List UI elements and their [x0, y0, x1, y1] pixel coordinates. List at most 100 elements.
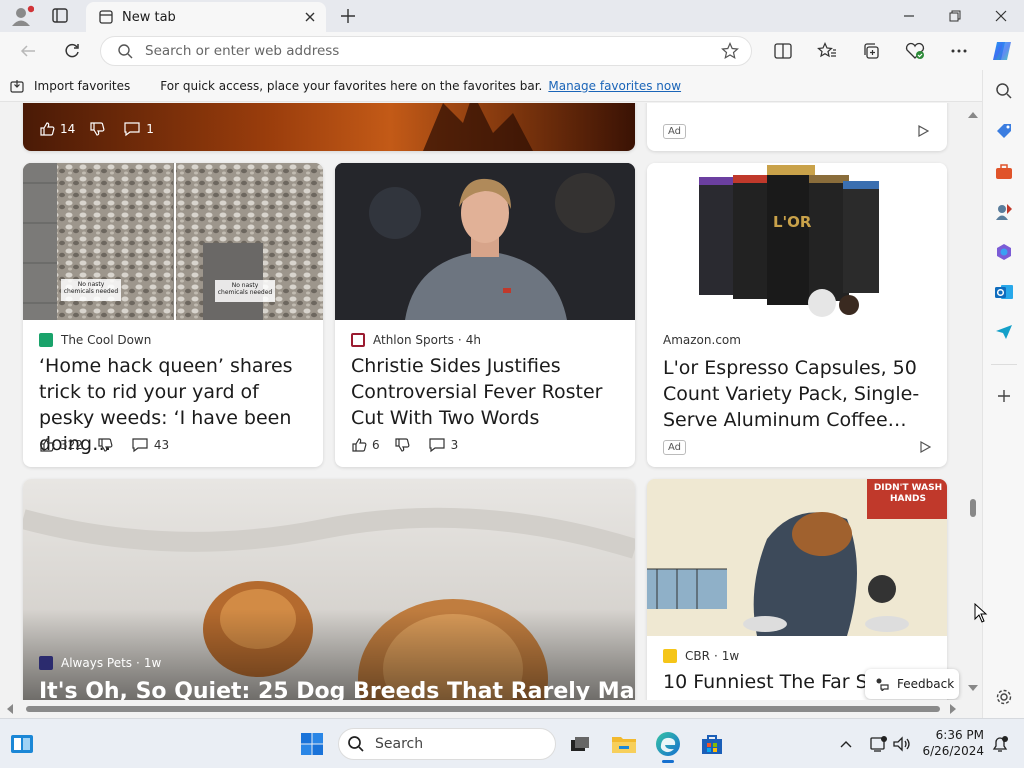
split-screen-icon[interactable]: [767, 37, 799, 65]
favorites-bar: Import favorites For quick access, place…: [0, 70, 1024, 102]
address-input[interactable]: Search or enter web address: [145, 43, 721, 59]
taskbar-search-icon: [347, 735, 365, 753]
microsoft-365-icon[interactable]: [991, 239, 1017, 265]
top-ad-card[interactable]: Ad: [647, 103, 947, 151]
edge-browser-icon[interactable]: [652, 728, 684, 763]
article-time: 4h: [465, 333, 481, 347]
collections-icon[interactable]: [855, 37, 887, 65]
shopping-tag-icon[interactable]: [991, 119, 1017, 145]
dislike-icon[interactable]: [89, 121, 105, 137]
more-menu-icon[interactable]: [943, 37, 975, 65]
sidebar-settings-icon[interactable]: [991, 684, 1017, 710]
search-icon: [117, 43, 133, 59]
tools-briefcase-icon[interactable]: [991, 159, 1017, 185]
copilot-icon[interactable]: [986, 37, 1018, 65]
restore-button[interactable]: [932, 0, 978, 32]
task-view-icon[interactable]: [564, 728, 596, 760]
address-bar[interactable]: Search or enter web address: [100, 36, 752, 66]
import-favorites-button[interactable]: Import favorites: [34, 79, 130, 93]
article-time: 1w: [143, 656, 162, 670]
article-image: No nasty chemicals needed No nasty chemi…: [23, 163, 323, 320]
microsoft-store-icon[interactable]: [696, 728, 728, 760]
dislike-icon[interactable]: [97, 437, 113, 453]
tab-actions-icon[interactable]: [50, 7, 70, 25]
news-card-cool-down[interactable]: No nasty chemicals needed No nasty chemi…: [23, 163, 323, 467]
feedback-icon: [875, 677, 889, 691]
file-explorer-icon[interactable]: [608, 728, 640, 760]
games-icon[interactable]: [991, 199, 1017, 225]
show-hidden-icons-chevron[interactable]: [830, 728, 862, 760]
news-feed: 14 1 Ad No nasty chemicals needed No nas…: [0, 103, 982, 700]
product-image: L'OR: [647, 163, 947, 320]
source-name: Always Pets: [61, 656, 133, 670]
like-count: 322: [60, 438, 83, 452]
edge-sidebar: [982, 70, 1024, 718]
sidebar-search-icon[interactable]: [991, 78, 1017, 104]
like-count: 14: [60, 122, 76, 136]
outlook-icon[interactable]: [991, 279, 1017, 305]
tab-title: New tab: [122, 9, 176, 25]
ad-choices-icon[interactable]: [917, 125, 929, 137]
minimize-button[interactable]: [886, 0, 932, 32]
ad-choices-icon[interactable]: [919, 441, 931, 453]
top-news-card[interactable]: 14 1: [23, 103, 635, 151]
ad-headline[interactable]: L'or Espresso Capsules, 50 Count Variety…: [663, 355, 935, 433]
like-icon[interactable]: [39, 121, 55, 137]
favorites-bar-message: For quick access, place your favorites h…: [160, 78, 543, 93]
ad-badge: Ad: [663, 440, 687, 455]
clock-time: 6:36 PM: [935, 728, 984, 742]
widgets-icon[interactable]: [6, 728, 38, 760]
favorites-icon[interactable]: [811, 37, 843, 65]
comment-icon[interactable]: [428, 437, 446, 453]
comment-icon[interactable]: [131, 437, 149, 453]
taskbar-search[interactable]: Search: [338, 728, 556, 760]
article-image: DIDN'T WASH HANDS: [647, 479, 947, 636]
ad-badge: Ad: [663, 124, 687, 139]
system-clock[interactable]: 6:36 PM 6/26/2024: [916, 727, 984, 759]
mouse-cursor-icon: [974, 603, 988, 623]
reaction-bar: 6 3: [351, 437, 472, 453]
drop-send-icon[interactable]: [991, 319, 1017, 345]
back-button[interactable]: [12, 37, 44, 65]
article-source: Amazon.com: [663, 333, 741, 347]
dislike-icon[interactable]: [394, 437, 410, 453]
new-tab-icon: [98, 9, 114, 25]
article-source: CBR · 1w: [663, 649, 739, 663]
image-caption: No nasty chemicals needed: [63, 281, 119, 295]
news-card-always-pets[interactable]: Always Pets · 1w It's Oh, So Quiet: 25 D…: [23, 479, 635, 700]
favorite-star-icon[interactable]: [721, 42, 739, 60]
sidebar-divider: [991, 364, 1017, 365]
feedback-label: Feedback: [897, 677, 955, 691]
article-headline[interactable]: It's Oh, So Quiet: 25 Dog Breeds That Ra…: [39, 679, 635, 700]
article-source: Athlon Sports · 4h: [351, 333, 481, 347]
start-button-icon[interactable]: [296, 728, 328, 760]
ad-card-amazon[interactable]: L'OR Amazon.com L'or Espresso Capsules, …: [647, 163, 947, 467]
comment-icon[interactable]: [123, 121, 141, 137]
close-tab-icon[interactable]: [304, 11, 316, 23]
browser-essentials-icon[interactable]: [899, 37, 931, 65]
feedback-button[interactable]: Feedback: [865, 669, 959, 699]
source-logo-icon: [39, 656, 53, 670]
add-sidebar-app-icon[interactable]: [991, 383, 1017, 409]
import-favorites-icon: [10, 79, 26, 93]
horizontal-scrollbar[interactable]: [0, 700, 982, 718]
like-count: 6: [372, 438, 380, 452]
article-time: 1w: [721, 649, 740, 663]
cartoon-sign: DIDN'T WASH HANDS: [873, 483, 943, 504]
close-window-button[interactable]: [978, 0, 1024, 32]
image-caption: No nasty chemicals needed: [217, 282, 273, 296]
refresh-button[interactable]: [56, 37, 88, 65]
profile-avatar[interactable]: [10, 5, 34, 27]
news-card-athlon-sports[interactable]: Athlon Sports · 4h Christie Sides Justif…: [335, 163, 635, 467]
article-headline[interactable]: Christie Sides Justifies Controversial F…: [351, 353, 623, 431]
like-icon[interactable]: [351, 437, 367, 453]
source-name: Athlon Sports: [373, 333, 454, 347]
source-logo-icon: [39, 333, 53, 347]
news-card-cbr[interactable]: DIDN'T WASH HANDS CBR · 1w 10 Funniest T…: [647, 479, 947, 700]
notifications-icon[interactable]: [984, 728, 1016, 760]
new-tab-button[interactable]: [338, 6, 358, 26]
manage-favorites-link[interactable]: Manage favorites now: [548, 79, 681, 93]
volume-icon[interactable]: [886, 728, 918, 760]
like-icon[interactable]: [39, 437, 55, 453]
tab-new-tab[interactable]: New tab: [86, 2, 326, 32]
